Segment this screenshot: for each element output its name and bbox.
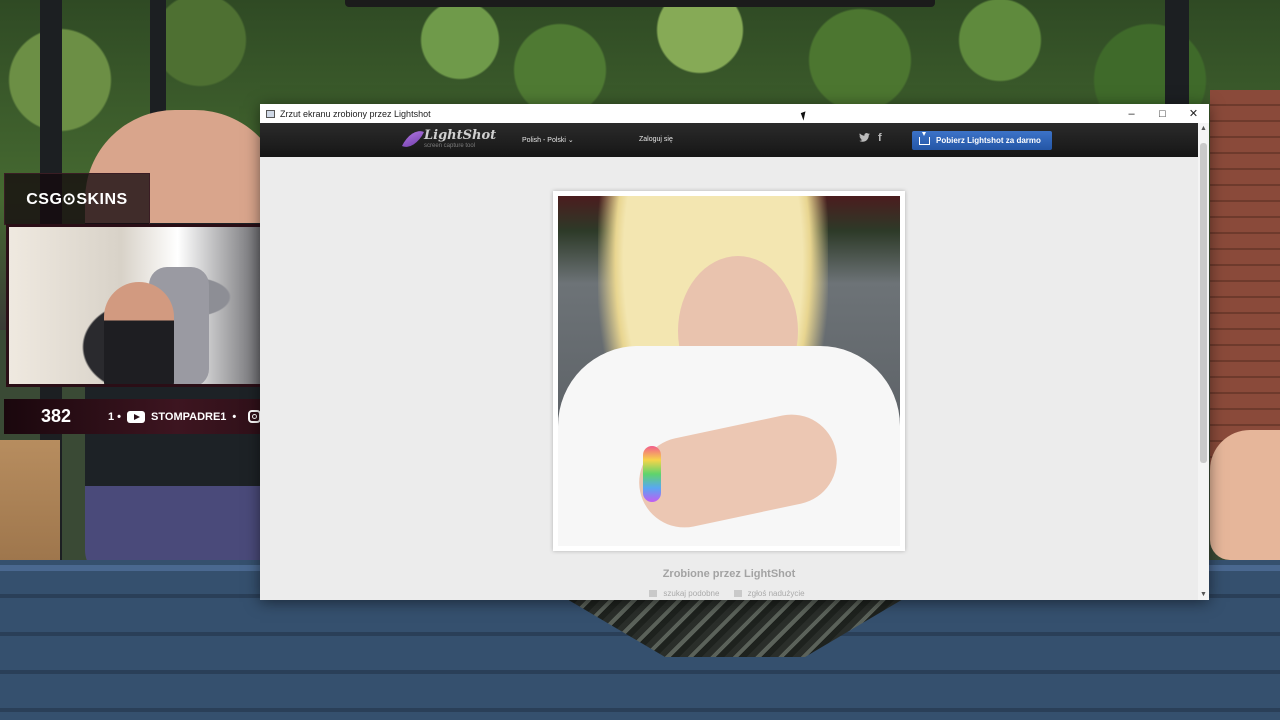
window-title: Zrzut ekranu zrobiony przez Lightshot <box>280 108 431 119</box>
streamer-webcam <box>6 224 293 387</box>
twitter-icon[interactable] <box>859 133 870 145</box>
image-bracelet <box>643 446 661 502</box>
language-select[interactable]: Polish - Polski ⌄ <box>522 136 574 144</box>
stream-info-strip: 382 1 • STOMPADRE1 • <box>4 399 293 434</box>
window-titlebar[interactable]: Zrzut ekranu zrobiony przez Lightshot – … <box>260 104 1209 123</box>
screenshot-caption: Zrobione przez LightShot <box>662 568 796 580</box>
minimize-button[interactable]: – <box>1116 104 1147 123</box>
social-handle: STOMPADRE1 <box>151 410 227 423</box>
webcam-streamer <box>104 282 174 384</box>
screenshot-links: szukaj podobne zgłoś nadużycie <box>260 589 1198 598</box>
social-separator: • <box>232 410 237 423</box>
scroll-up-arrow-icon[interactable]: ▲ <box>1200 125 1207 132</box>
report-icon <box>733 590 742 598</box>
social-prefix: 1 • <box>108 410 122 423</box>
download-button[interactable]: Pobierz Lightshot za darmo <box>912 131 1052 150</box>
window-controls: – □ ✕ <box>1116 104 1209 123</box>
lightshot-window: Zrzut ekranu zrobiony przez Lightshot – … <box>260 104 1209 600</box>
lightshot-header: LightShot screen capture tool Polish - P… <box>260 123 1209 157</box>
similar-link-label: szukaj podobne <box>663 589 720 598</box>
vertical-scrollbar[interactable]: ▲ ▼ <box>1198 123 1209 600</box>
screenshot-image[interactable] <box>558 196 900 546</box>
screenshot-page: Zrobione przez LightShot szukaj podobne … <box>260 157 1198 600</box>
scroll-thumb[interactable] <box>1200 143 1207 463</box>
similar-link[interactable]: szukaj podobne <box>649 589 723 598</box>
download-icon <box>919 131 930 145</box>
report-link[interactable]: zgłoś nadużycie <box>733 589 809 598</box>
social-links: 1 • STOMPADRE1 • <box>108 410 262 423</box>
search-similar-icon <box>649 590 658 598</box>
viewer-count: 382 <box>40 406 72 426</box>
feather-icon <box>402 126 424 152</box>
logo-tagline: screen capture tool <box>424 143 476 149</box>
download-label: Pobierz Lightshot za darmo <box>936 136 1041 145</box>
youtube-icon <box>127 410 146 423</box>
report-link-label: zgłoś nadużycie <box>747 589 805 598</box>
lightshot-logo[interactable]: LightShot screen capture tool <box>402 126 496 152</box>
window-app-icon <box>266 109 275 118</box>
close-button[interactable]: ✕ <box>1178 104 1209 123</box>
scroll-down-arrow-icon[interactable]: ▼ <box>1200 591 1207 598</box>
screenshot-frame <box>553 191 905 551</box>
mouse-cursor-icon <box>800 111 809 121</box>
facebook-icon[interactable]: f <box>878 132 882 144</box>
sponsor-logo-text: CSG⊙SKINS <box>26 191 128 208</box>
maximize-button[interactable]: □ <box>1147 104 1178 123</box>
logo-name: LightShot <box>424 128 497 143</box>
brick-wall <box>1210 90 1280 470</box>
person-right <box>1210 430 1280 560</box>
logo-text: LightShot screen capture tool <box>424 129 496 149</box>
login-link[interactable]: Zaloguj się <box>639 136 673 143</box>
top-edge-bar <box>345 0 935 7</box>
sponsor-logo: CSG⊙SKINS <box>4 173 150 225</box>
